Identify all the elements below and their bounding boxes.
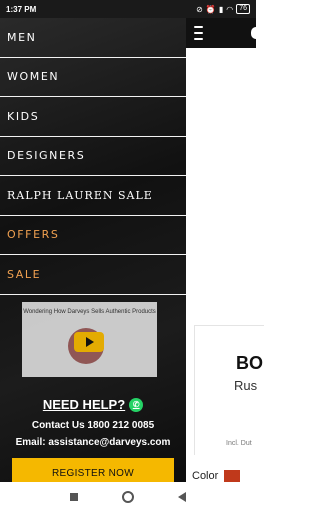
authenticity-video[interactable]: Wondering How Darveys Sells Authentic Pr… bbox=[22, 302, 157, 377]
back-icon[interactable] bbox=[178, 492, 186, 502]
brand-logo-icon bbox=[251, 27, 256, 39]
menu-item-offers[interactable]: OFFERS bbox=[0, 216, 186, 255]
need-help-link[interactable]: NEED HELP? ✆ bbox=[42, 397, 144, 412]
menu-item-men[interactable]: MEN bbox=[0, 18, 186, 58]
home-icon[interactable] bbox=[122, 491, 134, 503]
video-caption: Wondering How Darveys Sells Authentic Pr… bbox=[23, 309, 156, 315]
color-row: Color bbox=[192, 470, 241, 482]
alarm-icon: ⏰ bbox=[205, 4, 216, 14]
contact-email[interactable]: Email: assistance@darveys.com bbox=[0, 437, 186, 448]
product-name: Rus bbox=[234, 378, 258, 393]
wifi-icon: ◠ bbox=[226, 4, 234, 14]
mute-icon: ⊘ bbox=[196, 4, 203, 14]
color-swatch[interactable] bbox=[224, 470, 241, 482]
battery-icon: 76 bbox=[236, 4, 250, 14]
menu-item-designers[interactable]: DESIGNERS bbox=[0, 137, 186, 176]
menu-item-kids[interactable]: KIDS bbox=[0, 97, 186, 137]
register-now-button[interactable]: REGISTER NOW bbox=[12, 458, 174, 482]
signal-icon: ▮ bbox=[218, 4, 224, 14]
menu-item-sale[interactable]: SALE bbox=[0, 255, 186, 295]
status-icons: ⊘ ⏰ ▮ ◠ 76 bbox=[196, 4, 250, 14]
whatsapp-icon[interactable]: ✆ bbox=[129, 397, 144, 412]
play-button-icon[interactable] bbox=[74, 332, 104, 352]
status-time: 1:37 PM bbox=[6, 4, 37, 14]
help-section: NEED HELP? ✆ Contact Us 1800 212 0085 Em… bbox=[0, 396, 186, 448]
recents-icon[interactable] bbox=[70, 493, 78, 501]
navigation-drawer: MEN WOMEN KIDS DESIGNERS RALPH LAUREN SA… bbox=[0, 18, 186, 482]
hamburger-menu-icon[interactable] bbox=[194, 26, 203, 40]
app-header bbox=[186, 18, 256, 48]
system-nav-bar bbox=[0, 482, 256, 512]
duty-note: Incl. Dut bbox=[226, 440, 252, 447]
contact-phone[interactable]: Contact Us 1800 212 0085 bbox=[0, 420, 186, 431]
product-brand: BO bbox=[236, 353, 263, 373]
menu-item-women[interactable]: WOMEN bbox=[0, 58, 186, 97]
color-label: Color bbox=[192, 470, 219, 482]
status-bar: 1:37 PM ⊘ ⏰ ▮ ◠ 76 bbox=[0, 0, 256, 18]
need-help-label: NEED HELP? bbox=[42, 397, 126, 412]
menu-item-ralph-lauren-sale[interactable]: RALPH LAUREN SALE bbox=[0, 176, 186, 216]
